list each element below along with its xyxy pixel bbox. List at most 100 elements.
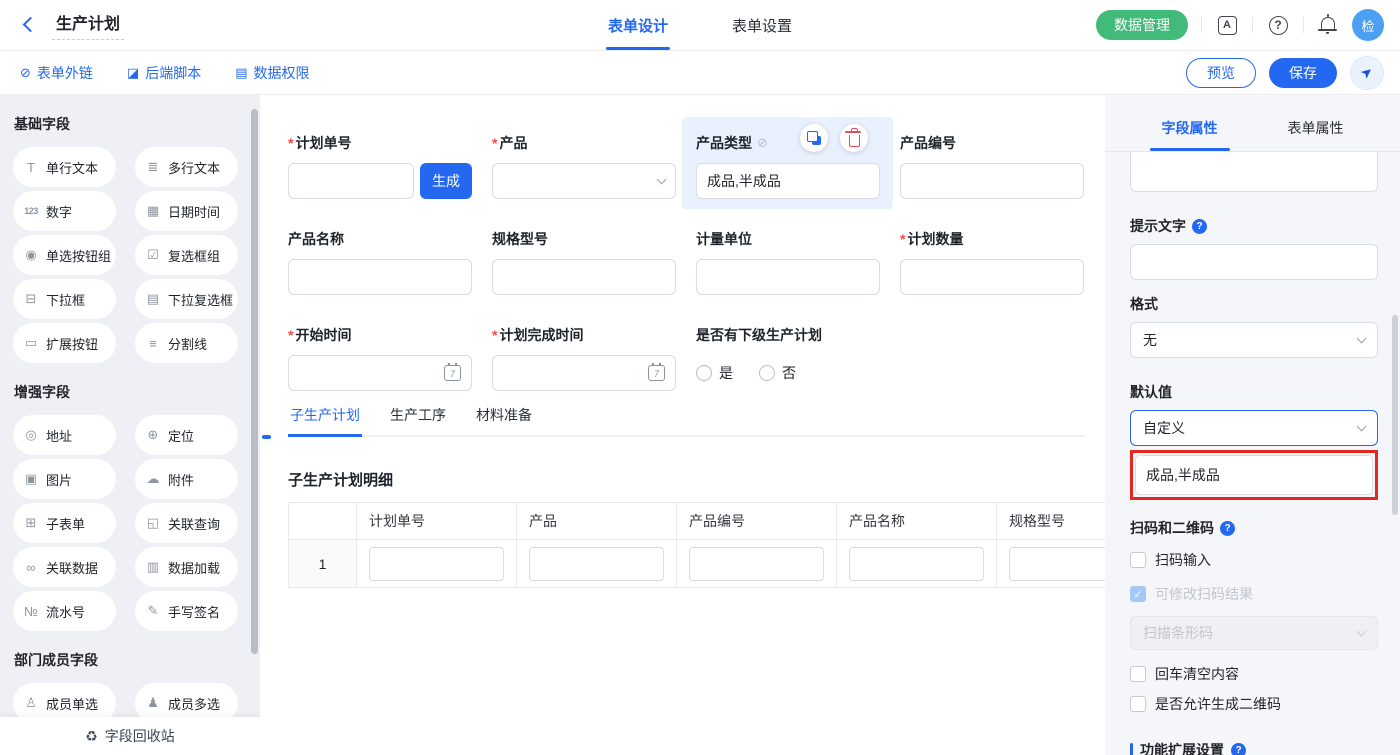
radio-group-icon: ◉: [23, 247, 39, 263]
form-fields-grid: *计划单号 生成 *产品 产品类型⊘ 成品,半成品: [288, 133, 1085, 391]
sidebar-item-divider-line[interactable]: ≡分割线: [135, 323, 238, 363]
help-icon[interactable]: ?: [1231, 743, 1246, 755]
sidebar-item-single-line-text[interactable]: T单行文本: [13, 147, 116, 187]
product-select[interactable]: [492, 163, 676, 199]
copy-field-button[interactable]: [800, 124, 828, 152]
field-spec[interactable]: 规格型号: [492, 229, 676, 295]
attachment-icon: ☁: [145, 471, 161, 487]
topbar-left: 生产计划: [18, 0, 124, 50]
back-icon[interactable]: [18, 14, 40, 36]
tab-form-design[interactable]: 表单设计: [608, 0, 668, 50]
default-mode-select[interactable]: 自定义: [1130, 410, 1378, 446]
radio-group: 是 否: [696, 355, 1084, 391]
tab-form-properties[interactable]: 表单属性: [1282, 118, 1350, 151]
chevron-down-icon: [1357, 626, 1367, 636]
tab-sub-production-plan[interactable]: 子生产计划: [288, 405, 362, 435]
input-value: 成品,半成品: [707, 171, 781, 191]
sidebar-item-image[interactable]: ▣图片: [13, 459, 116, 499]
sidebar-item-related-query[interactable]: ◱关联查询: [135, 503, 238, 543]
field-plan-no[interactable]: *计划单号 生成: [288, 133, 472, 199]
sidebar-item-serial-number[interactable]: №流水号: [13, 591, 116, 631]
sidebar-item-data-load[interactable]: ▥数据加载: [135, 547, 238, 587]
item-label: 单行文本: [46, 158, 98, 177]
cell-input[interactable]: [369, 547, 504, 581]
field-name-input-partial[interactable]: [1130, 152, 1378, 192]
hint-input[interactable]: [1130, 244, 1378, 280]
default-value-input[interactable]: 成品,半成品: [1135, 455, 1373, 495]
contacts-icon[interactable]: A: [1215, 13, 1239, 37]
plan-no-input[interactable]: [288, 163, 414, 199]
sidebar-item-multi-select[interactable]: ▤下拉复选框: [135, 279, 238, 319]
field-product-name[interactable]: 产品名称: [288, 229, 472, 295]
tab-material-prep[interactable]: 材料准备: [474, 405, 534, 435]
product-code-input[interactable]: [900, 163, 1084, 199]
field-has-sub-plan[interactable]: 是否有下级生产计划 是 否: [696, 325, 1084, 391]
finish-time-input[interactable]: 7: [492, 355, 676, 391]
member-single-icon: ♙: [23, 695, 39, 711]
sidebar-item-signature[interactable]: ✎手写签名: [135, 591, 238, 631]
allow-qrcode-checkbox[interactable]: 是否允许生成二维码: [1130, 694, 1378, 714]
generate-button[interactable]: 生成: [420, 163, 472, 199]
scan-editable-checkbox: ✓ 可修改扫码结果: [1130, 584, 1378, 604]
preview-button[interactable]: 预览: [1186, 58, 1256, 88]
cell-input[interactable]: [689, 547, 824, 581]
notification-bell-icon[interactable]: [1317, 14, 1339, 36]
help-icon[interactable]: ?: [1266, 13, 1290, 37]
tab-form-settings[interactable]: 表单设置: [732, 0, 792, 50]
sidebar-item-related-data[interactable]: ∞关联数据: [13, 547, 116, 587]
field-product-code[interactable]: 产品编号: [900, 133, 1084, 199]
scan-section-label: 扫码和二维码?: [1130, 518, 1378, 538]
sidebar-scrollbar[interactable]: [251, 109, 258, 654]
sidebar-item-select[interactable]: ⊟下拉框: [13, 279, 116, 319]
tab-field-properties[interactable]: 字段属性: [1156, 118, 1224, 151]
qty-input[interactable]: [900, 259, 1084, 295]
field-unit[interactable]: 计量单位: [696, 229, 880, 295]
field-label: *产品: [492, 133, 676, 153]
scan-input-checkbox[interactable]: 扫码输入: [1130, 550, 1378, 570]
sidebar-item-checkbox-group[interactable]: ☑复选框组: [135, 235, 238, 275]
sidebar-item-location[interactable]: ⊕定位: [135, 415, 238, 455]
spec-input[interactable]: [492, 259, 676, 295]
delete-field-button[interactable]: [840, 124, 868, 152]
panel-scrollbar[interactable]: [1392, 315, 1398, 515]
product-type-input[interactable]: 成品,半成品: [696, 163, 880, 199]
field-finish-time[interactable]: *计划完成时间 7: [492, 325, 676, 391]
sidebar-item-multi-line-text[interactable]: ≣多行文本: [135, 147, 238, 187]
unit-input[interactable]: [696, 259, 880, 295]
tab-production-process[interactable]: 生产工序: [388, 405, 448, 435]
start-time-input[interactable]: 7: [288, 355, 472, 391]
item-label: 子表单: [46, 514, 85, 533]
field-product-type[interactable]: 产品类型⊘ 成品,半成品: [696, 133, 880, 199]
data-manage-button[interactable]: 数据管理: [1096, 10, 1188, 40]
item-label: 分割线: [168, 334, 207, 353]
cell-input[interactable]: [849, 547, 984, 581]
cell-input[interactable]: [1009, 547, 1105, 581]
form-external-link[interactable]: ⊘ 表单外链: [20, 63, 93, 83]
sidebar-item-radio-group[interactable]: ◉单选按钮组: [13, 235, 116, 275]
sidebar-item-subform[interactable]: ⊞子表单: [13, 503, 116, 543]
cell-input[interactable]: [529, 547, 664, 581]
field-qty[interactable]: *计划数量: [900, 229, 1084, 295]
avatar[interactable]: 检: [1352, 9, 1384, 41]
product-name-input[interactable]: [288, 259, 472, 295]
sidebar-item-datetime[interactable]: ▦日期时间: [135, 191, 238, 231]
field-start-time[interactable]: *开始时间 7: [288, 325, 472, 391]
sidebar-item-attachment[interactable]: ☁附件: [135, 459, 238, 499]
save-button[interactable]: 保存: [1269, 58, 1337, 88]
data-permission-link[interactable]: ▤ 数据权限: [235, 63, 309, 83]
field-product[interactable]: *产品: [492, 133, 676, 199]
radio-option-no[interactable]: 否: [759, 363, 796, 383]
radio-option-yes[interactable]: 是: [696, 363, 733, 383]
help-icon[interactable]: ?: [1192, 219, 1207, 234]
page-title[interactable]: 生产计划: [52, 10, 124, 40]
clear-on-enter-checkbox[interactable]: 回车清空内容: [1130, 664, 1378, 684]
sidebar-item-address[interactable]: ◎地址: [13, 415, 116, 455]
sidebar-item-extend-button[interactable]: ▭扩展按钮: [13, 323, 116, 363]
share-button[interactable]: ➤: [1350, 56, 1384, 90]
sidebar-item-number[interactable]: 123数字: [13, 191, 116, 231]
field-recycle-bin[interactable]: ♻ 字段回收站: [0, 717, 260, 755]
backend-script-link[interactable]: ◪ 后端脚本: [127, 63, 201, 83]
checkbox-icon: [1130, 696, 1146, 712]
format-select[interactable]: 无: [1130, 322, 1378, 358]
help-icon[interactable]: ?: [1220, 521, 1235, 536]
